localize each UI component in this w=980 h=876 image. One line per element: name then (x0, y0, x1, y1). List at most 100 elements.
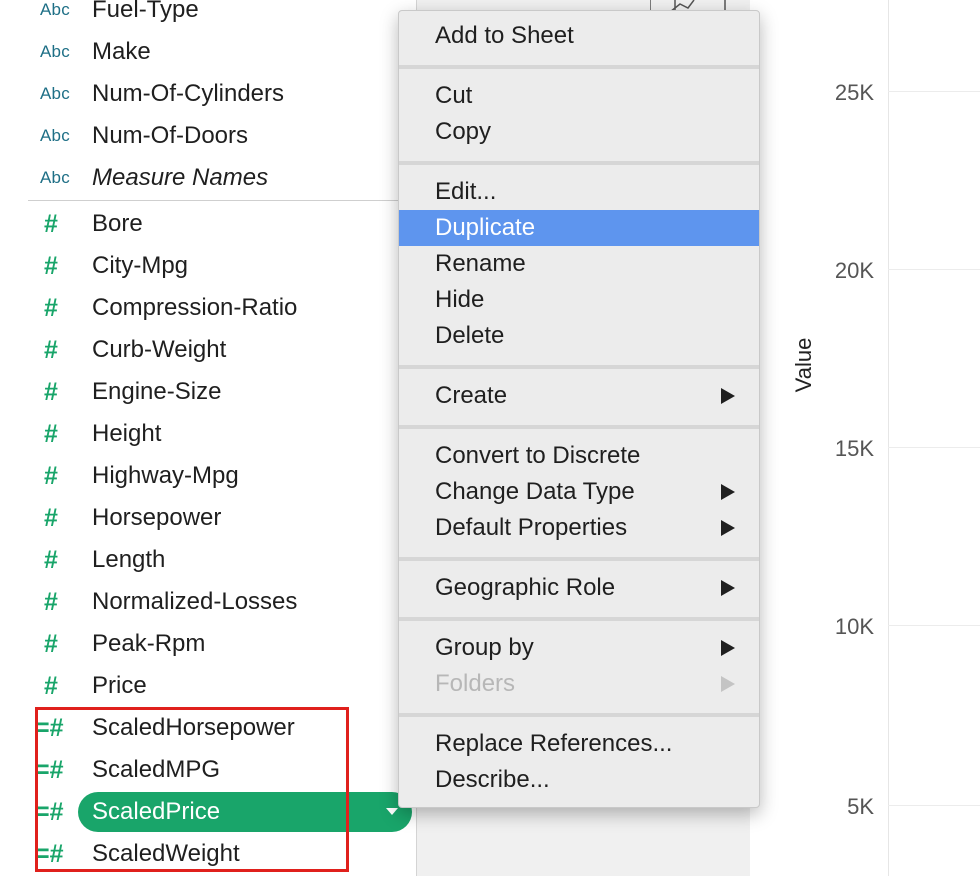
field-label: Normalized-Losses (92, 588, 298, 615)
axis-rule (888, 0, 889, 876)
field-scaled-price[interactable]: =# ScaledPrice (0, 791, 400, 833)
field-num-of-cylinders[interactable]: Abc Num-Of-Cylinders (0, 73, 400, 115)
field-horsepower[interactable]: # Horsepower (0, 497, 400, 539)
menu-separator (399, 161, 759, 165)
string-type-icon: Abc (40, 42, 70, 61)
menu-item-add-to-sheet[interactable]: Add to Sheet (399, 18, 759, 54)
menu-item-label: Hide (435, 286, 485, 313)
field-engine-size[interactable]: # Engine-Size (0, 371, 400, 413)
field-scaled-horsepower[interactable]: =# ScaledHorsepower (0, 707, 400, 749)
menu-separator (399, 365, 759, 369)
field-num-of-doors[interactable]: Abc Num-Of-Doors (0, 115, 400, 157)
menu-separator (399, 557, 759, 561)
field-price[interactable]: # Price (0, 665, 400, 707)
field-label: Num-Of-Cylinders (92, 80, 285, 107)
field-label: Measure Names (92, 164, 269, 191)
number-type-icon: # (44, 587, 58, 616)
menu-item-cut[interactable]: Cut (399, 78, 759, 114)
gridline (888, 269, 980, 270)
field-scaled-mpg[interactable]: =# ScaledMPG (0, 749, 400, 791)
menu-item-change-data-type[interactable]: Change Data Type (399, 474, 759, 510)
field-scaled-weight[interactable]: =# ScaledWeight (0, 833, 400, 875)
y-tick-label: 25K (834, 80, 874, 105)
string-type-icon: Abc (40, 84, 70, 103)
field-highway-mpg[interactable]: # Highway-Mpg (0, 455, 400, 497)
calculated-number-icon: =# (35, 755, 64, 784)
menu-item-label: Replace References... (435, 730, 673, 757)
menu-item-create[interactable]: Create (399, 378, 759, 414)
number-type-icon: # (44, 629, 58, 658)
menu-item-label: Group by (435, 634, 534, 661)
menu-item-replace-references[interactable]: Replace References... (399, 726, 759, 762)
menu-item-geographic-role[interactable]: Geographic Role (399, 570, 759, 606)
field-label: Fuel-Type (92, 0, 199, 23)
field-label: Make (92, 38, 151, 65)
field-peak-rpm[interactable]: # Peak-Rpm (0, 623, 400, 665)
field-length[interactable]: # Length (0, 539, 400, 581)
number-type-icon: # (44, 671, 58, 700)
menu-item-label: Add to Sheet (435, 22, 574, 49)
dimensions-measures-divider (28, 200, 400, 201)
data-pane-field-list: Abc Fuel-Type Abc Make Abc Num-Of-Cylind… (0, 0, 412, 876)
field-label: Engine-Size (92, 378, 222, 405)
field-city-mpg[interactable]: # City-Mpg (0, 245, 400, 287)
number-type-icon: # (44, 377, 58, 406)
field-label: Length (92, 546, 166, 573)
menu-item-label: Edit... (435, 178, 497, 205)
menu-item-label: Change Data Type (435, 478, 635, 505)
number-type-icon: # (44, 419, 58, 448)
field-label: Peak-Rpm (92, 630, 206, 657)
submenu-arrow-icon (721, 388, 735, 404)
string-type-icon: Abc (40, 168, 70, 187)
menu-item-rename[interactable]: Rename (399, 246, 759, 282)
menu-item-hide[interactable]: Hide (399, 282, 759, 318)
menu-item-copy[interactable]: Copy (399, 114, 759, 150)
number-type-icon: # (44, 209, 58, 238)
field-curb-weight[interactable]: # Curb-Weight (0, 329, 400, 371)
field-compression-ratio[interactable]: # Compression-Ratio (0, 287, 400, 329)
gridline (888, 805, 980, 806)
gridline (888, 91, 980, 92)
field-bore[interactable]: # Bore (0, 203, 400, 245)
y-tick-label: 5K (847, 794, 874, 819)
menu-item-label: Geographic Role (435, 574, 616, 601)
menu-item-describe[interactable]: Describe... (399, 762, 759, 798)
menu-item-label: Create (435, 382, 508, 409)
menu-item-convert-to-discrete[interactable]: Convert to Discrete (399, 438, 759, 474)
menu-item-delete[interactable]: Delete (399, 318, 759, 354)
field-normalized-losses[interactable]: # Normalized-Losses (0, 581, 400, 623)
menu-item-folders: Folders (399, 666, 759, 702)
field-label: Compression-Ratio (92, 294, 298, 321)
field-height[interactable]: # Height (0, 413, 400, 455)
y-tick-label: 20K (834, 258, 874, 283)
menu-item-default-properties[interactable]: Default Properties (399, 510, 759, 546)
field-label: Horsepower (92, 504, 222, 531)
y-tick-label: 15K (834, 436, 874, 461)
menu-separator (399, 65, 759, 69)
y-axis-title: Value (791, 337, 816, 393)
field-make[interactable]: Abc Make (0, 31, 400, 73)
field-context-menu: Add to Sheet Cut Copy Edit... Duplicate … (398, 10, 760, 808)
menu-item-edit[interactable]: Edit... (399, 174, 759, 210)
field-label: ScaledPrice (92, 798, 221, 825)
field-label: Height (92, 420, 162, 447)
menu-item-group-by[interactable]: Group by (399, 630, 759, 666)
field-label: Curb-Weight (92, 336, 227, 363)
string-type-icon: Abc (40, 126, 70, 145)
field-fuel-type[interactable]: Abc Fuel-Type (0, 0, 400, 31)
menu-item-label: Cut (435, 82, 473, 109)
menu-item-label: Duplicate (435, 214, 536, 241)
submenu-arrow-icon (721, 676, 735, 692)
field-measure-names[interactable]: Abc Measure Names (0, 157, 400, 199)
menu-item-label: Convert to Discrete (435, 442, 641, 469)
string-type-icon: Abc (40, 0, 70, 19)
field-label: City-Mpg (92, 252, 189, 279)
number-type-icon: # (44, 461, 58, 490)
calculated-number-icon: =# (35, 713, 64, 742)
menu-item-label: Describe... (435, 766, 550, 793)
menu-item-duplicate[interactable]: Duplicate (399, 210, 759, 246)
y-tick-label: 10K (834, 614, 874, 639)
menu-item-label: Folders (435, 670, 516, 697)
submenu-arrow-icon (721, 640, 735, 656)
submenu-arrow-icon (721, 484, 735, 500)
